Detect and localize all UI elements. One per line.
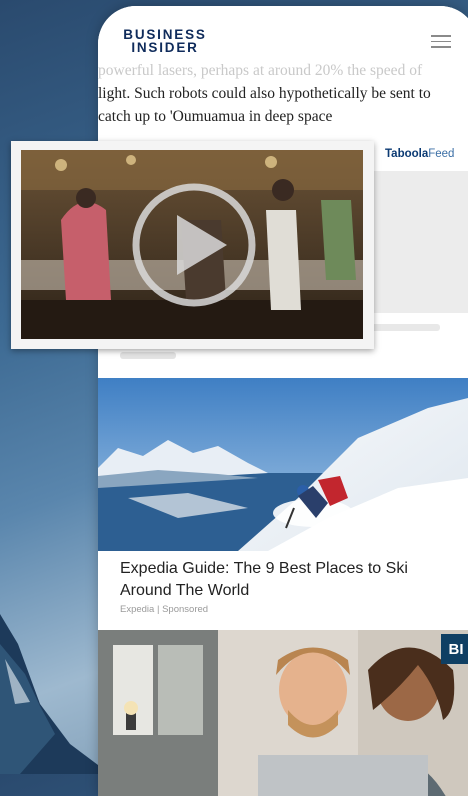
play-icon[interactable]	[129, 180, 259, 310]
skeleton-line-short	[120, 352, 176, 359]
article-paragraph: light. Such robots could also hypothetic…	[98, 85, 431, 125]
sponsored-label: Sponsored	[162, 604, 209, 615]
logo-line-2: INSIDER	[131, 40, 199, 55]
skier-image[interactable]	[98, 378, 468, 551]
taboola-feed-label[interactable]: TaboolaFeed	[385, 148, 454, 160]
site-header: BUSINESS INSIDER	[98, 6, 468, 64]
card-source[interactable]: Expedia	[120, 604, 154, 615]
taboola-brand: Taboola	[385, 148, 429, 160]
video-thumbnail[interactable]	[21, 150, 363, 339]
meta-separator: |	[156, 604, 160, 615]
hamburger-menu-icon[interactable]	[431, 35, 451, 49]
bi-badge: BI	[441, 634, 468, 664]
article-body: powerful lasers, perhaps at around 20% t…	[98, 59, 458, 128]
floating-video-player[interactable]	[11, 141, 374, 349]
article-faded-line: powerful lasers, perhaps at around 20% t…	[98, 62, 423, 79]
phone-frame: BUSINESS INSIDER powerful lasers, perhap…	[98, 6, 468, 796]
people-laptop-image[interactable]	[98, 630, 468, 796]
taboola-feed: Feed	[428, 148, 455, 160]
business-insider-logo[interactable]: BUSINESS INSIDER	[120, 28, 210, 55]
card-title[interactable]: Expedia Guide: The 9 Best Places to Ski …	[120, 558, 440, 602]
card-meta: Expedia | Sponsored	[120, 604, 208, 615]
